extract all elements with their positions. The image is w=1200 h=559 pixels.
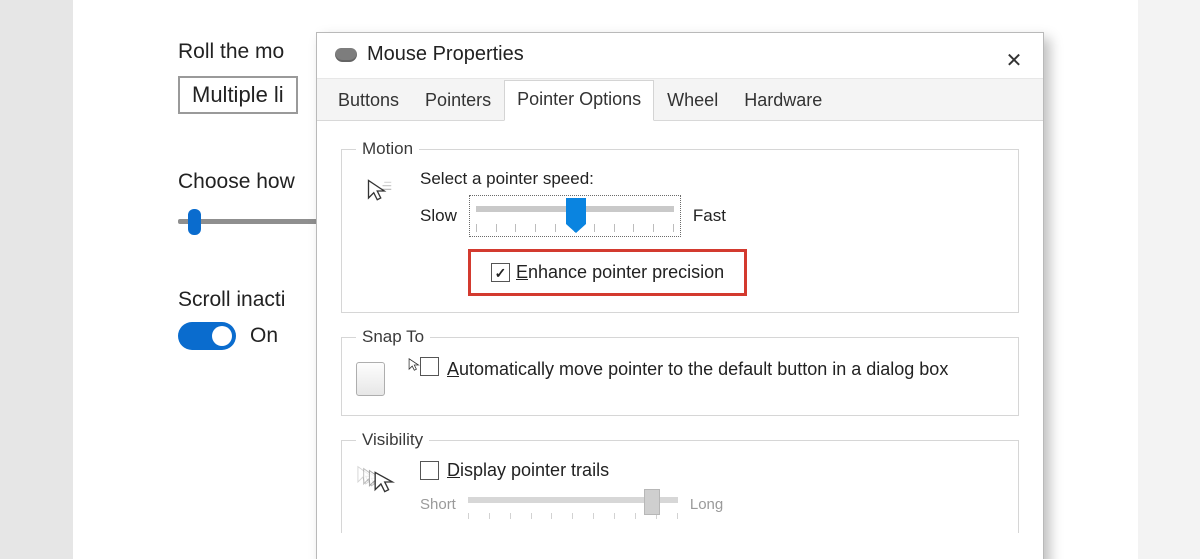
speed-slow-label: Slow [420, 206, 457, 226]
visibility-legend: Visibility [356, 430, 429, 450]
pointer-trails-slider[interactable] [468, 489, 678, 519]
speed-slider-thumb[interactable] [566, 198, 586, 224]
trails-short-label: Short [420, 496, 456, 513]
tab-pointer-options[interactable]: Pointer Options [504, 80, 654, 121]
mouse-icon [335, 48, 357, 62]
scroll-inactive-toggle[interactable] [178, 322, 236, 350]
screenshot-stage: Roll the mo Multiple li Choose how Scrol… [0, 0, 1200, 559]
enhance-precision-label: Enhance pointer precision [516, 262, 724, 283]
lines-slider-thumb[interactable] [188, 209, 201, 235]
pointer-speed-label: Select a pointer speed: [420, 169, 1004, 189]
pointer-speed-slider[interactable] [469, 195, 681, 237]
dialog-titlebar: Mouse Properties [317, 33, 1043, 78]
pointer-trails-checkbox[interactable] [420, 461, 439, 480]
visibility-group: Visibility [341, 430, 1019, 533]
snapto-label: Automatically move pointer to the defaul… [447, 357, 948, 381]
enhance-precision-highlight: Enhance pointer precision [468, 249, 747, 296]
motion-group: Motion Select a pointer speed: Slow [341, 139, 1019, 313]
snapto-group: Snap To Automatically move pointer to th… [341, 327, 1019, 416]
pointer-trails-icon [356, 460, 402, 504]
background-grey-strip [0, 0, 73, 559]
tab-wheel[interactable]: Wheel [654, 81, 731, 121]
pointer-trails-label: Display pointer trails [447, 460, 609, 481]
enhance-precision-checkbox[interactable] [491, 263, 510, 282]
mouse-properties-dialog: Mouse Properties ✕ Buttons Pointers Poin… [316, 32, 1044, 559]
snapto-icon [356, 357, 402, 401]
trails-slider-thumb[interactable] [644, 489, 660, 515]
dialog-body: Motion Select a pointer speed: Slow [317, 121, 1043, 533]
motion-pointer-icon [356, 169, 402, 213]
tab-pointers[interactable]: Pointers [412, 81, 504, 121]
motion-legend: Motion [356, 139, 419, 159]
tab-buttons[interactable]: Buttons [325, 81, 412, 121]
lines-dropdown[interactable]: Multiple li [178, 76, 298, 114]
dialog-title: Mouse Properties [367, 43, 524, 66]
close-icon: ✕ [1006, 48, 1023, 73]
toggle-state-label: On [250, 324, 278, 348]
trails-long-label: Long [690, 496, 723, 513]
dialog-tabs: Buttons Pointers Pointer Options Wheel H… [317, 78, 1043, 121]
speed-fast-label: Fast [693, 206, 726, 226]
tab-hardware[interactable]: Hardware [731, 81, 835, 121]
close-button[interactable]: ✕ [997, 43, 1031, 77]
snapto-legend: Snap To [356, 327, 430, 347]
toggle-knob [212, 326, 232, 346]
